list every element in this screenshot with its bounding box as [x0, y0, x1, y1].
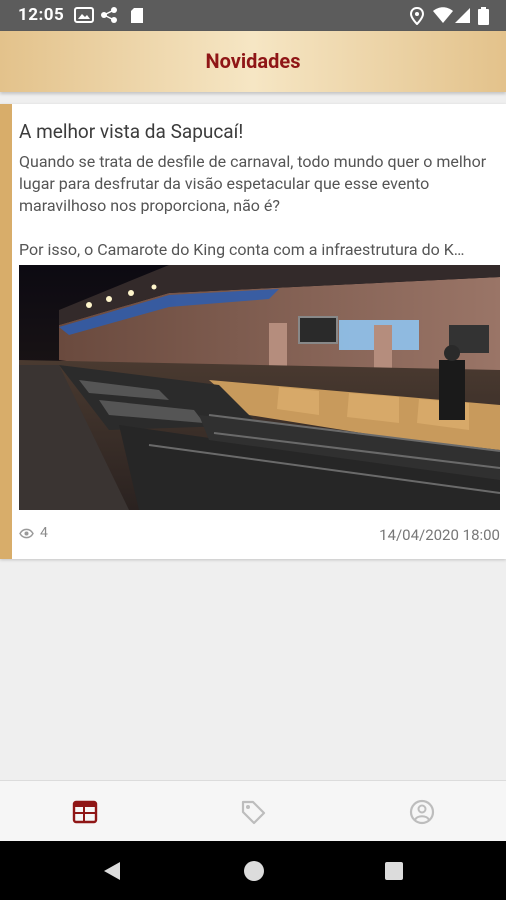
page-title: Novidades — [205, 49, 301, 73]
view-count-value: 4 — [40, 525, 48, 541]
status-time: 12:05 — [18, 5, 65, 25]
gallery-notification-icon — [74, 7, 94, 23]
calendar-icon — [72, 800, 98, 824]
nav-tab-news[interactable] — [65, 796, 105, 828]
back-icon[interactable] — [100, 859, 124, 883]
status-bar: 12:05 — [0, 0, 506, 31]
news-paragraph: Quando se trata de desfile de carnaval, … — [19, 152, 487, 215]
eye-icon — [19, 528, 34, 538]
news-image[interactable] — [19, 265, 500, 510]
tag-icon — [241, 800, 266, 825]
sd-card-icon — [131, 8, 143, 23]
news-date: 14/04/2020 18:00 — [379, 526, 500, 544]
nav-tab-profile[interactable] — [402, 796, 442, 828]
view-count: 4 — [19, 525, 48, 541]
share-notification-icon — [101, 7, 117, 23]
signal-icon — [455, 8, 470, 23]
card-accent-bar — [0, 104, 12, 559]
battery-icon — [478, 7, 489, 25]
bottom-navigation — [0, 780, 506, 842]
news-title: A melhor vista da Sapucaí! — [19, 120, 244, 143]
system-navigation-bar — [0, 841, 506, 900]
home-icon[interactable] — [242, 859, 266, 883]
user-circle-icon — [409, 799, 435, 825]
nav-tab-offers[interactable] — [233, 796, 273, 828]
location-icon — [410, 7, 424, 25]
wifi-icon — [433, 7, 453, 23]
news-card[interactable]: A melhor vista da Sapucaí! Quando se tra… — [0, 104, 506, 559]
news-excerpt: Quando se trata de desfile de carnaval, … — [19, 151, 501, 261]
app-bar: Novidades — [0, 31, 506, 92]
news-paragraph: Por isso, o Camarote do King conta com a… — [19, 240, 465, 259]
recents-icon[interactable] — [382, 859, 406, 883]
